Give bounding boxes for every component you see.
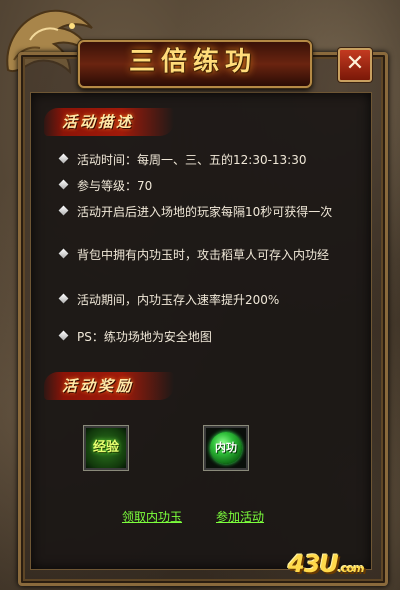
rewards-header-label: 活动奖励 <box>62 377 135 395</box>
exp-reward-item[interactable]: 经验 <box>84 426 128 470</box>
description-header-label: 活动描述 <box>62 113 135 131</box>
claim-neigong-jade-link[interactable]: 领取内功玉 <box>122 508 182 525</box>
neigong-reward-item[interactable]: 内功 <box>204 426 248 470</box>
close-icon: ✕ <box>345 51 365 76</box>
neigong-reward-label: 内功 <box>215 441 237 454</box>
join-activity-link[interactable]: 参加活动 <box>216 508 264 525</box>
site-watermark-logo: 43U.com <box>288 550 365 578</box>
description-section-header: 活动描述 <box>44 104 184 140</box>
window-title: 三倍练功 <box>128 47 257 77</box>
rewards-section-header: 活动奖励 <box>44 368 184 404</box>
exp-reward-label: 经验 <box>92 440 119 455</box>
close-button[interactable]: ✕ <box>338 48 372 82</box>
